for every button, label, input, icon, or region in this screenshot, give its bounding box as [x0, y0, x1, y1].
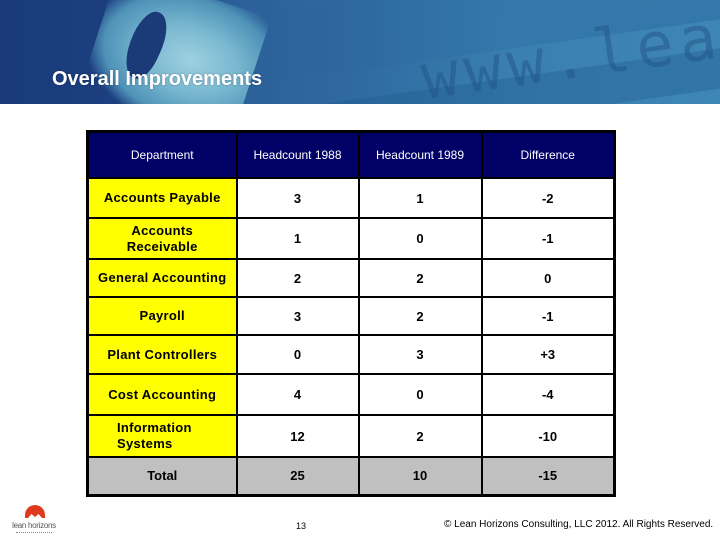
table-row: Accounts Receivable 1 0 -1 — [86, 217, 616, 260]
headcount-1989-cell: 0 — [357, 373, 483, 416]
headcount-1988-cell: 2 — [235, 258, 360, 298]
headcount-1988-cell: 1 — [235, 217, 360, 260]
headcount-1989-cell: 2 — [357, 414, 483, 458]
column-header-difference: Difference — [480, 130, 616, 179]
department-cell: Information Systems — [86, 414, 238, 458]
difference-cell: -4 — [480, 373, 616, 416]
total-headcount-1989-cell: 10 — [357, 456, 483, 496]
difference-cell: -1 — [480, 217, 616, 260]
department-cell: Cost Accounting — [86, 373, 238, 416]
column-header-headcount-1989: Headcount 1989 — [357, 130, 483, 179]
department-cell: General Accounting — [86, 258, 238, 298]
headcount-1988-cell: 12 — [235, 414, 360, 458]
difference-cell: -10 — [480, 414, 616, 458]
total-label-cell: Total — [86, 456, 238, 496]
table-header-row: Department Headcount 1988 Headcount 1989… — [86, 130, 616, 179]
total-difference-cell: -15 — [480, 456, 616, 496]
headcount-1989-cell: 3 — [357, 334, 483, 375]
total-headcount-1988-cell: 25 — [235, 456, 360, 496]
difference-cell: -1 — [480, 296, 616, 336]
department-cell: Accounts Payable — [86, 177, 238, 219]
headcount-1988-cell: 0 — [235, 334, 360, 375]
table-row: Information Systems 12 2 -10 — [86, 414, 616, 458]
headcount-1988-cell: 4 — [235, 373, 360, 416]
difference-cell: +3 — [480, 334, 616, 375]
headcount-1988-cell: 3 — [235, 296, 360, 336]
table-row: Accounts Payable 3 1 -2 — [86, 177, 616, 219]
headcount-1989-cell: 2 — [357, 296, 483, 336]
headcount-1988-cell: 3 — [235, 177, 360, 219]
mountain-sun-logo-icon — [25, 505, 45, 518]
copyright-notice: © Lean Horizons Consulting, LLC 2012. Al… — [444, 519, 714, 530]
table-row: Cost Accounting 4 0 -4 — [86, 373, 616, 416]
headcount-1989-cell: 0 — [357, 217, 483, 260]
department-cell: Accounts Receivable — [86, 217, 238, 260]
headcount-1989-cell: 2 — [357, 258, 483, 298]
table-row: General Accounting 2 2 0 — [86, 258, 616, 298]
page-number: 13 — [296, 521, 307, 531]
column-header-department: Department — [86, 130, 238, 179]
table-row: Plant Controllers 0 3 +3 — [86, 334, 616, 375]
difference-cell: 0 — [480, 258, 616, 298]
headcount-1989-cell: 1 — [357, 177, 483, 219]
table-row: Payroll 3 2 -1 — [86, 296, 616, 336]
lean-horizons-logo: lean horizons — [6, 503, 62, 537]
total-row: Total 25 10 -15 — [86, 456, 616, 496]
headcount-table: Department Headcount 1988 Headcount 1989… — [86, 130, 616, 497]
slide-title: Overall Improvements — [52, 68, 263, 90]
column-header-headcount-1988: Headcount 1988 — [235, 130, 360, 179]
logo-text: lean horizons — [12, 521, 56, 530]
headcount-table-container: Department Headcount 1988 Headcount 1989… — [86, 130, 616, 497]
department-cell: Payroll — [86, 296, 238, 336]
department-cell: Plant Controllers — [86, 334, 238, 375]
logo-underline — [16, 532, 52, 534]
difference-cell: -2 — [480, 177, 616, 219]
